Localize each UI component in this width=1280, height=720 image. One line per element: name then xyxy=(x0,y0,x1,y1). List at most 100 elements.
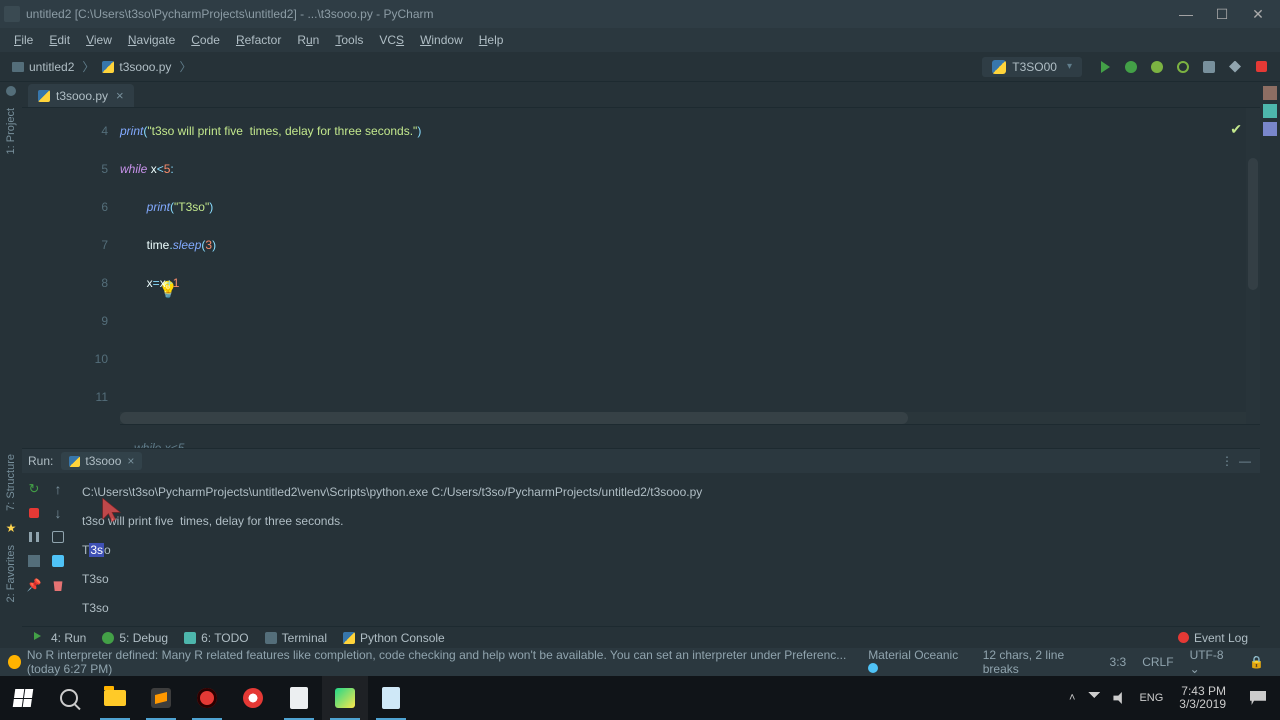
taskbar-notepad[interactable] xyxy=(368,676,414,720)
attach-button[interactable] xyxy=(1224,56,1246,78)
code-area[interactable]: print("t3so will print five times, delay… xyxy=(120,108,1260,448)
opera-icon xyxy=(243,688,263,708)
menu-file[interactable]: File xyxy=(6,31,41,49)
menu-window[interactable]: Window xyxy=(412,31,471,49)
taskbar-recorder[interactable] xyxy=(184,676,230,720)
stop-button[interactable] xyxy=(1250,56,1272,78)
menu-vcs[interactable]: VCS xyxy=(371,31,412,49)
down-button[interactable]: ↓ xyxy=(50,505,66,521)
breadcrumb-project[interactable]: untitled2 xyxy=(6,58,80,76)
taskbar-sublime[interactable] xyxy=(138,676,184,720)
layout-icon xyxy=(28,555,40,567)
tool-todo[interactable]: 6: TODO xyxy=(176,631,257,645)
up-button[interactable]: ↑ xyxy=(50,481,66,497)
coverage-button[interactable] xyxy=(1146,56,1168,78)
tray-clock[interactable]: 7:43 PM 3/3/2019 xyxy=(1169,685,1236,711)
print-button[interactable] xyxy=(50,553,66,569)
tool-event-log[interactable]: Event Log xyxy=(1170,631,1256,645)
navigation-bar: untitled2 〉 t3sooo.py 〉 T3SO00 ▾ xyxy=(0,52,1280,82)
line-separator[interactable]: CRLF xyxy=(1142,655,1173,669)
tool-run[interactable]: 4: Run xyxy=(26,631,94,645)
menu-refactor[interactable]: Refactor xyxy=(228,31,289,49)
tray-overflow-button[interactable]: ˄ xyxy=(1063,692,1081,704)
menu-navigate[interactable]: Navigate xyxy=(120,31,183,49)
layout-button[interactable] xyxy=(26,553,42,569)
favorites-tool-button[interactable]: 2: Favorites xyxy=(5,539,17,608)
close-button[interactable]: ✕ xyxy=(1240,1,1276,27)
run-button[interactable] xyxy=(1094,56,1116,78)
status-message[interactable]: No R interpreter defined: Many R related… xyxy=(27,648,860,676)
debug-button[interactable] xyxy=(1120,56,1142,78)
tray-language[interactable]: ENG xyxy=(1133,692,1169,704)
editor-tabs: t3sooo.py × xyxy=(22,82,1260,108)
close-tab-icon[interactable]: × xyxy=(116,88,124,103)
run-hide-icon[interactable]: — xyxy=(1236,452,1254,470)
line-number: 6 xyxy=(22,188,108,226)
project-tool-button[interactable]: 1: Project xyxy=(5,100,17,162)
editor-tab[interactable]: t3sooo.py × xyxy=(28,84,134,107)
editor-vertical-scrollbar[interactable] xyxy=(1246,108,1260,424)
right-tool-icon[interactable] xyxy=(1263,104,1277,118)
maximize-button[interactable]: ☐ xyxy=(1204,1,1240,27)
inspection-ok-icon[interactable]: ✔ xyxy=(1230,110,1242,148)
console-output[interactable]: C:\Users\t3so\PycharmProjects\untitled2\… xyxy=(70,473,1260,626)
code-editor[interactable]: 4 5 6 7 8 9 10 11 💡 print("t3so will pri… xyxy=(22,108,1260,448)
editor-horizontal-scrollbar[interactable] xyxy=(120,412,1246,424)
clock-date: 3/3/2019 xyxy=(1179,698,1226,711)
stop-process-button[interactable] xyxy=(26,505,42,521)
tool-marker-icon xyxy=(6,86,16,96)
left-tool-stripe: 1: Project xyxy=(0,82,22,448)
concurrency-button[interactable] xyxy=(1198,56,1220,78)
line-number: 4 xyxy=(22,112,108,150)
menu-help[interactable]: Help xyxy=(471,31,512,49)
dropdown-icon: ▾ xyxy=(1067,61,1072,72)
taskbar-pycharm[interactable] xyxy=(322,676,368,720)
menu-edit[interactable]: Edit xyxy=(41,31,78,49)
cursor-position[interactable]: 3:3 xyxy=(1110,655,1127,669)
scrollbar-thumb[interactable] xyxy=(120,412,908,424)
wifi-icon xyxy=(1087,692,1101,704)
pin-button[interactable]: 📌 xyxy=(26,577,42,593)
python-icon xyxy=(102,61,114,73)
tool-terminal[interactable]: Terminal xyxy=(257,631,335,645)
scrollbar-thumb[interactable] xyxy=(1248,158,1258,290)
encoding[interactable]: UTF-8 ⌄ xyxy=(1190,648,1233,676)
run-more-icon[interactable]: ⋮ xyxy=(1218,452,1236,470)
search-button[interactable] xyxy=(46,676,92,720)
breadcrumb-file[interactable]: t3sooo.py xyxy=(96,58,177,76)
soft-wrap-button[interactable] xyxy=(50,529,66,545)
structure-tool-button[interactable]: 7: Structure xyxy=(5,448,17,517)
stop-icon xyxy=(1256,61,1267,72)
profile-button[interactable] xyxy=(1172,56,1194,78)
tool-label: Event Log xyxy=(1194,631,1248,645)
menu-tools[interactable]: Tools xyxy=(327,31,371,49)
right-tool-icon[interactable] xyxy=(1263,122,1277,136)
tool-debug[interactable]: 5: Debug xyxy=(94,631,176,645)
minimize-button[interactable]: — xyxy=(1168,1,1204,27)
editor-breadcrumb[interactable]: while x<5 xyxy=(120,424,1260,448)
run-config-selector[interactable]: T3SO00 ▾ xyxy=(982,57,1082,77)
taskbar-explorer[interactable] xyxy=(92,676,138,720)
readonly-lock-icon[interactable]: 🔒 xyxy=(1249,655,1264,669)
run-tab[interactable]: t3sooo × xyxy=(61,452,142,470)
close-tab-icon[interactable]: × xyxy=(127,454,134,468)
editor-tab-label: t3sooo.py xyxy=(56,89,108,103)
taskbar-opera[interactable] xyxy=(230,676,276,720)
tool-python-console[interactable]: Python Console xyxy=(335,631,453,645)
theme-indicator[interactable]: Material Oceanic xyxy=(868,648,967,676)
warning-icon[interactable] xyxy=(8,655,21,669)
menu-run[interactable]: Run xyxy=(289,31,327,49)
clear-button[interactable] xyxy=(50,577,66,593)
taskbar-app1[interactable] xyxy=(276,676,322,720)
rerun-button[interactable]: ↻ xyxy=(26,481,42,497)
start-button[interactable] xyxy=(0,676,46,720)
menu-view[interactable]: View xyxy=(78,31,120,49)
windows-taskbar: ˄ ENG 7:43 PM 3/3/2019 xyxy=(0,676,1280,720)
right-tool-icon[interactable] xyxy=(1263,86,1277,100)
menu-code[interactable]: Code xyxy=(183,31,228,49)
tray-wifi[interactable] xyxy=(1081,692,1107,704)
pause-output-button[interactable] xyxy=(26,529,42,545)
action-center-button[interactable] xyxy=(1236,691,1280,705)
record-icon xyxy=(197,688,217,708)
tray-volume[interactable] xyxy=(1107,692,1133,704)
